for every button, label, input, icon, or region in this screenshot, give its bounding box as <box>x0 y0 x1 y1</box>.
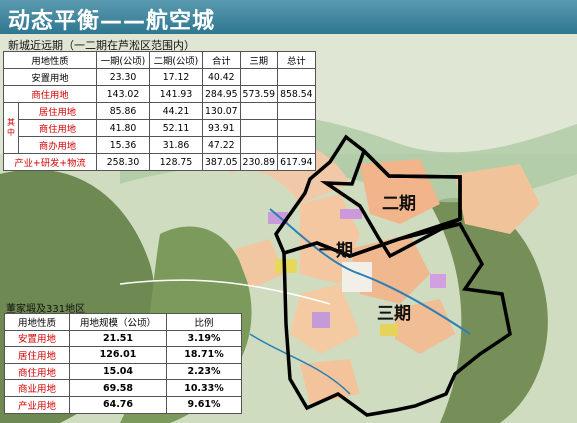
ratio-value: 9.61% <box>166 395 242 414</box>
total-value <box>277 136 316 154</box>
table-header-row: 用地性质 用地规模（公顷） 比例 <box>4 313 242 331</box>
column-header: 比例 <box>166 313 242 331</box>
row-name: 商住用地 <box>4 362 70 381</box>
phase1-value: 85.86 <box>96 102 150 120</box>
sum-value: 47.22 <box>202 136 241 154</box>
sum-value: 93.91 <box>202 119 241 137</box>
phase2-value: 17.12 <box>149 68 203 86</box>
ratio-value: 18.71% <box>166 346 242 364</box>
row-name: 居住用地 <box>18 102 97 120</box>
table-header-row: 用地性质 一期(公顷) 二期(公顷) 合计 三期 总计 <box>3 51 316 69</box>
row-name: 商办用地 <box>18 136 97 154</box>
phase3-label: 三期 <box>377 304 411 324</box>
phase2-label: 二期 <box>382 194 416 214</box>
area-value: 126.01 <box>69 346 167 364</box>
page-title: 动态平衡——航空城 <box>8 9 216 34</box>
new-city-land-table: 用地性质 一期(公顷) 二期(公顷) 合计 三期 总计 安置用地 23.30 1… <box>3 51 316 171</box>
dongjiaduan-land-table: 用地性质 用地规模（公顷） 比例 安置用地 21.51 3.19% 居住用地 1… <box>4 313 242 414</box>
table-row: 其中 居住用地 85.86 44.21 130.07 <box>3 102 316 154</box>
row-name: 产业用地 <box>4 395 70 414</box>
phase1-value: 258.30 <box>96 153 150 171</box>
total-value: 617.94 <box>277 153 316 171</box>
phase3-value <box>239 119 279 137</box>
phase2-value: 44.21 <box>149 102 203 120</box>
table-row: 安置用地 21.51 3.19% <box>4 329 242 348</box>
phase1-value: 23.30 <box>96 68 150 86</box>
table-row: 产业用地 64.76 9.61% <box>4 395 242 414</box>
total-value <box>277 68 316 86</box>
row-name: 商业用地 <box>4 379 70 397</box>
phase3-value: 573.59 <box>239 85 279 103</box>
phase3-value <box>239 68 279 86</box>
phase2-value: 141.93 <box>149 85 203 103</box>
column-header: 用地性质 <box>3 51 97 69</box>
ratio-value: 2.23% <box>166 362 242 381</box>
sum-value: 387.05 <box>202 153 241 171</box>
column-header: 用地规模（公顷） <box>69 313 167 331</box>
phase1-value: 15.36 <box>96 136 150 154</box>
row-name: 产业+研发+物流 <box>3 153 97 171</box>
table-row: 商住用地 143.02 141.93 284.95 573.59 858.54 <box>3 85 316 103</box>
row-name: 商住用地 <box>3 85 97 103</box>
column-header: 用地性质 <box>4 313 70 331</box>
table-row: 安置用地 23.30 17.12 40.42 <box>3 68 316 86</box>
phase3-value: 230.89 <box>239 153 279 171</box>
column-header: 合计 <box>202 51 241 69</box>
sum-value: 130.07 <box>202 102 241 120</box>
column-header: 三期 <box>239 51 279 69</box>
table-row: 商住用地 41.80 52.11 93.91 <box>4 119 316 137</box>
group-label: 其中 <box>3 102 19 154</box>
column-header: 总计 <box>277 51 316 69</box>
phase1-label: 一期 <box>319 241 353 261</box>
phase1-value: 143.02 <box>96 85 150 103</box>
ratio-value: 10.33% <box>166 379 242 397</box>
area-value: 69.58 <box>69 379 167 397</box>
row-name: 安置用地 <box>4 329 70 348</box>
row-name: 安置用地 <box>3 68 97 86</box>
table-row: 商住用地 15.04 2.23% <box>4 362 242 381</box>
total-value <box>277 119 316 137</box>
area-value: 64.76 <box>69 395 167 414</box>
column-header: 二期(公顷) <box>149 51 203 69</box>
phase3-value <box>239 136 279 154</box>
table-row: 居住用地 126.01 18.71% <box>4 346 242 364</box>
phase2-value: 128.75 <box>149 153 203 171</box>
ratio-value: 3.19% <box>166 329 242 348</box>
phase2-value: 31.86 <box>149 136 203 154</box>
total-value <box>277 102 316 120</box>
row-name: 居住用地 <box>4 346 70 364</box>
row-name: 商住用地 <box>18 119 97 137</box>
phase3-value <box>239 102 279 120</box>
title-bar: 动态平衡——航空城 <box>0 0 577 34</box>
sum-value: 284.95 <box>202 85 241 103</box>
area-value: 15.04 <box>69 362 167 381</box>
table-row: 商办用地 15.36 31.86 47.22 <box>4 136 316 154</box>
phase1-value: 41.80 <box>96 119 150 137</box>
column-header: 一期(公顷) <box>96 51 150 69</box>
table-row: 商业用地 69.58 10.33% <box>4 379 242 397</box>
sum-value: 40.42 <box>202 68 241 86</box>
table-row: 产业+研发+物流 258.30 128.75 387.05 230.89 617… <box>3 153 316 171</box>
total-value: 858.54 <box>277 85 316 103</box>
area-value: 21.51 <box>69 329 167 348</box>
phase2-value: 52.11 <box>149 119 203 137</box>
